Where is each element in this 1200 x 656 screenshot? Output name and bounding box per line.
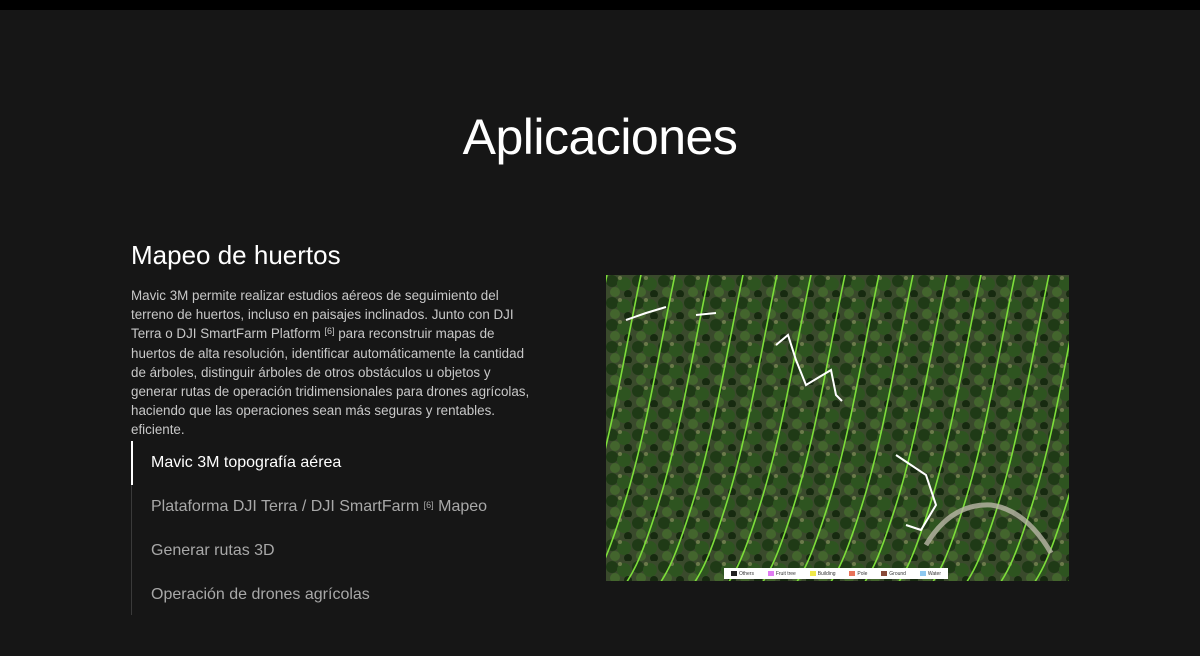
tab-3d-routes[interactable]: Generar rutas 3D bbox=[132, 529, 532, 573]
map-legend: Others Fruit tree Building Pole Ground W… bbox=[724, 568, 948, 579]
tab-agri-drone-operation[interactable]: Operación de drones agrícolas bbox=[132, 573, 532, 617]
page-title: Aplicaciones bbox=[462, 109, 738, 165]
legend-item: Others bbox=[730, 570, 754, 577]
legend-swatch bbox=[881, 571, 888, 576]
legend-item: Fruit tree bbox=[767, 570, 796, 577]
tab-label: Generar rutas 3D bbox=[151, 542, 275, 559]
description-text-2: para reconstruir mapas de huertos de alt… bbox=[131, 326, 530, 438]
legend-label: Others bbox=[738, 570, 754, 577]
legend-label: Water bbox=[927, 570, 941, 577]
legend-swatch bbox=[849, 571, 856, 576]
orchard-map-image: Others Fruit tree Building Pole Ground W… bbox=[606, 275, 1069, 581]
tab-label-suffix: Mapeo bbox=[433, 498, 488, 515]
footnote-ref[interactable]: [6] bbox=[424, 500, 434, 510]
section-description: Mavic 3M permite realizar estudios aéreo… bbox=[131, 286, 531, 440]
legend-label: Building bbox=[817, 570, 836, 577]
tab-platform-mapping[interactable]: Plataforma DJI Terra / DJI SmartFarm [6]… bbox=[132, 485, 532, 529]
legend-item: Water bbox=[919, 570, 941, 577]
legend-item: Pole bbox=[849, 571, 867, 577]
legend-swatch bbox=[730, 571, 737, 576]
orchard-map-graphic bbox=[606, 275, 1069, 581]
feature-tabs: Mavic 3M topografía aérea Plataforma DJI… bbox=[131, 441, 532, 615]
legend-item: Building bbox=[809, 570, 836, 577]
legend-swatch bbox=[919, 571, 926, 576]
legend-swatch bbox=[767, 571, 774, 576]
legend-item: Ground bbox=[881, 571, 906, 577]
tab-label: Plataforma DJI Terra / DJI SmartFarm bbox=[151, 498, 424, 515]
legend-label: Fruit tree bbox=[775, 570, 796, 577]
tab-aerial-survey[interactable]: Mavic 3M topografía aérea bbox=[131, 441, 532, 485]
footnote-ref[interactable]: [6] bbox=[324, 326, 334, 336]
section-title: Mapeo de huertos bbox=[131, 240, 341, 270]
legend-label: Ground bbox=[889, 570, 906, 577]
legend-swatch bbox=[809, 571, 816, 576]
top-bar bbox=[0, 0, 1200, 10]
tab-label: Mavic 3M topografía aérea bbox=[151, 454, 342, 471]
tab-label: Operación de drones agrícolas bbox=[151, 586, 370, 603]
legend-label: Pole bbox=[857, 570, 868, 577]
